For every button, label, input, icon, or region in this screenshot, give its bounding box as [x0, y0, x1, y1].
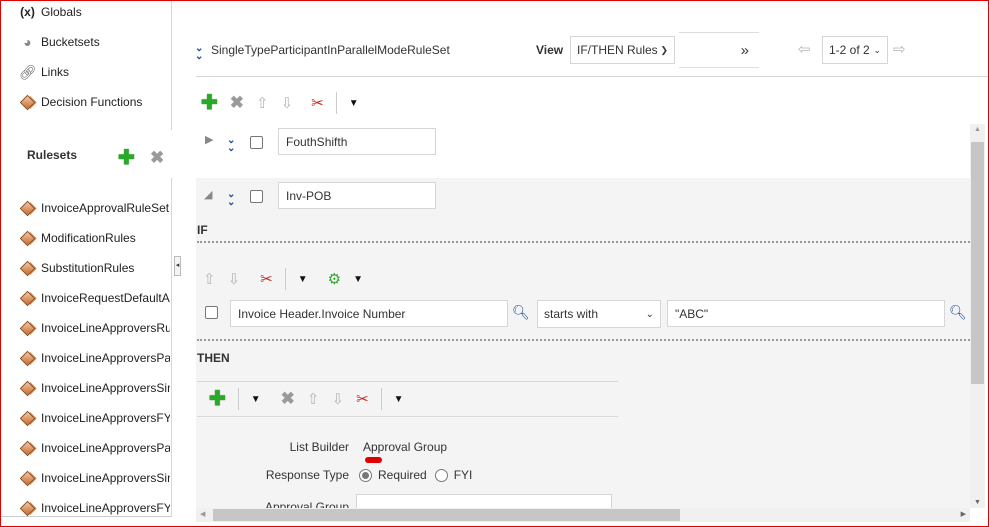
- ruleset-item[interactable]: InvoiceLineApproversRuleSet: [20, 318, 170, 338]
- page-select[interactable]: 1-2 of 2 ⌄: [822, 36, 888, 64]
- ruleset-item[interactable]: InvoiceLineApproversSingle: [20, 378, 170, 398]
- approval-group-input[interactable]: AP Invoice Approval Group: [356, 494, 612, 508]
- collapse-icon[interactable]: ⌄ ⌄: [227, 136, 235, 154]
- sidebar-item-decision-functions[interactable]: Decision Functions: [20, 92, 170, 112]
- expanded-rule-panel: [196, 178, 970, 508]
- more-icon[interactable]: »: [679, 32, 759, 68]
- ruleset-icon: [20, 350, 36, 366]
- delete-rule-icon[interactable]: ✖: [230, 93, 244, 113]
- collapse-rule-icon[interactable]: ◢: [204, 188, 212, 201]
- ruleset-icon: [20, 410, 36, 426]
- rule-name-input[interactable]: FouthShifth: [278, 128, 436, 155]
- sidebar-item-globals[interactable]: (x) Globals: [20, 2, 170, 22]
- view-label: View: [536, 43, 564, 57]
- search-icon[interactable]: 🔍︎: [949, 304, 967, 321]
- sidebar-item-links[interactable]: 🔗︎ Links: [20, 62, 170, 82]
- ruleset-item[interactable]: InvoiceLineApproversSingle2: [20, 468, 170, 488]
- move-up-icon[interactable]: ⇧: [307, 390, 320, 408]
- link-icon: 🔗︎: [20, 63, 37, 80]
- collapse-sidebar-handle[interactable]: ◂: [174, 256, 181, 276]
- if-heading: IF: [197, 223, 208, 237]
- response-type-radio-group: Required FYI: [359, 468, 472, 482]
- more-actions-caret[interactable]: ▼: [394, 394, 404, 405]
- rules-toolbar: ✚ ✖ ⇧ ⇩ ✂ ▼: [201, 92, 359, 114]
- expand-rule-icon[interactable]: ▶: [205, 133, 213, 146]
- move-down-icon[interactable]: ⇩: [332, 390, 345, 408]
- ruleset-item[interactable]: SubstitutionRules: [20, 258, 170, 278]
- condition-left-input[interactable]: Invoice Header.Invoice Number: [230, 300, 508, 327]
- radio-fyi[interactable]: [434, 468, 448, 482]
- sidebar-item-bucketsets[interactable]: ◕ Bucketsets: [20, 32, 170, 52]
- ruleset-name: SingleTypeParticipantInParallelModeRuleS…: [211, 43, 450, 57]
- list-builder-label: List Builder: [289, 440, 349, 454]
- then-toolbar: ✚ ▼ ✖ ⇧ ⇩ ✂ ▼: [209, 388, 404, 410]
- cut-icon[interactable]: ✂: [356, 390, 369, 408]
- more-actions-caret[interactable]: ▼: [298, 274, 308, 285]
- condition-right-input[interactable]: "ABC": [667, 300, 945, 327]
- response-type-label: Response Type: [265, 468, 349, 482]
- ruleset-item[interactable]: InvoiceRequestDefaultApprovers: [20, 288, 170, 308]
- view-select[interactable]: IF/THEN Rules ❯: [570, 36, 675, 64]
- ruleset-item[interactable]: ModificationRules: [20, 228, 170, 248]
- chevron-down-icon: ⌄: [645, 308, 654, 320]
- add-ruleset-icon[interactable]: ✚: [118, 148, 135, 168]
- ruleset-icon: [20, 230, 36, 246]
- delete-ruleset-icon[interactable]: ✖: [150, 148, 164, 168]
- collapse-icon[interactable]: ⌄ ⌄: [195, 44, 203, 62]
- ruleset-icon: [20, 500, 36, 516]
- list-builder-value: Approval Group: [363, 440, 448, 454]
- then-heading: THEN: [197, 351, 230, 365]
- ruleset-icon: [20, 290, 36, 306]
- bucketset-icon: ◕: [23, 34, 32, 50]
- vertical-scroll-thumb[interactable]: [971, 142, 984, 384]
- variable-icon: (x): [20, 5, 35, 19]
- horizontal-scrollbar[interactable]: ◀ ▶: [196, 508, 970, 522]
- gear-icon[interactable]: ⚙: [328, 270, 341, 288]
- horizontal-scroll-thumb[interactable]: [213, 509, 680, 521]
- search-icon[interactable]: 🔍︎: [512, 304, 530, 321]
- rulesets-title: Rulesets: [27, 148, 78, 162]
- previous-page-icon[interactable]: ⇦: [798, 40, 811, 58]
- chevron-down-icon: ⌄: [873, 44, 881, 55]
- rule-checkbox[interactable]: [250, 190, 263, 203]
- next-page-icon[interactable]: ⇨: [893, 40, 906, 58]
- collapse-icon[interactable]: ⌄ ⌄: [227, 190, 235, 208]
- add-action-icon[interactable]: ✚: [209, 389, 226, 409]
- rule-name-input[interactable]: Inv-POB: [278, 182, 436, 209]
- vertical-scrollbar[interactable]: ▲ ▼: [970, 124, 985, 508]
- delete-action-icon[interactable]: ✖: [281, 389, 295, 409]
- cut-icon[interactable]: ✂: [260, 270, 273, 288]
- ruleset-item[interactable]: InvoiceLineApproversFYI2: [20, 498, 170, 518]
- cut-icon[interactable]: ✂: [311, 94, 324, 112]
- more-actions-caret[interactable]: ▼: [349, 98, 359, 109]
- ruleset-icon: [20, 440, 36, 456]
- ruleset-item[interactable]: InvoiceLineApproversParallel2: [20, 438, 170, 458]
- ruleset-item[interactable]: InvoiceLineApproversParallel: [20, 348, 170, 368]
- clipped-row: Approval Group AP Invoice Approval Group: [196, 494, 970, 508]
- move-up-icon[interactable]: ⇧: [203, 270, 216, 288]
- operator-select[interactable]: starts with ⌄: [537, 300, 661, 328]
- ruleset-icon: [20, 320, 36, 336]
- ruleset-icon: [20, 200, 36, 216]
- add-action-caret[interactable]: ▼: [251, 394, 261, 405]
- ruleset-item[interactable]: InvoiceLineApproversFYI: [20, 408, 170, 428]
- if-toolbar: ⇧ ⇩ ✂ ▼ ⚙ ▼: [203, 268, 363, 290]
- move-up-icon[interactable]: ⇧: [256, 94, 269, 112]
- add-rule-icon[interactable]: ✚: [201, 93, 218, 113]
- decision-function-icon: [20, 94, 36, 110]
- move-down-icon[interactable]: ⇩: [228, 270, 241, 288]
- options-caret[interactable]: ▼: [353, 274, 363, 285]
- ruleset-icon: [20, 260, 36, 276]
- approval-group-label: Approval Group: [264, 500, 349, 508]
- annotation-mark: [365, 457, 382, 463]
- ruleset-icon: [20, 470, 36, 486]
- rule-checkbox[interactable]: [250, 136, 263, 149]
- ruleset-icon: [20, 380, 36, 396]
- move-down-icon[interactable]: ⇩: [281, 94, 294, 112]
- chevron-down-icon: ❯: [660, 44, 668, 55]
- radio-required[interactable]: [359, 468, 372, 482]
- ruleset-item[interactable]: InvoiceApprovalRuleSet: [20, 198, 170, 218]
- condition-checkbox[interactable]: [205, 306, 218, 319]
